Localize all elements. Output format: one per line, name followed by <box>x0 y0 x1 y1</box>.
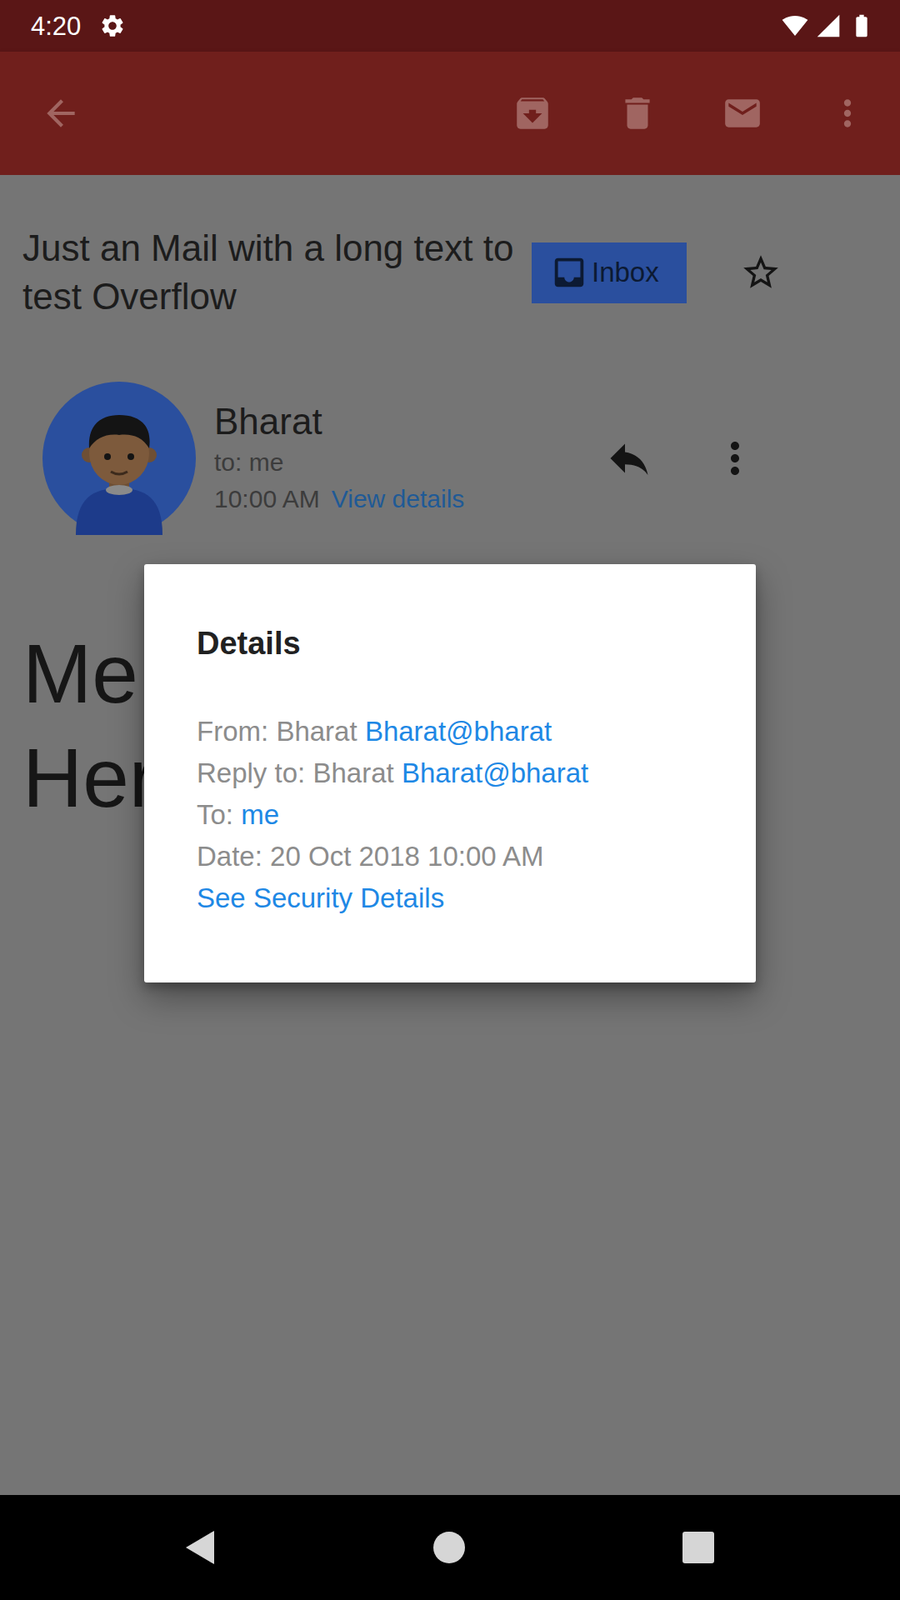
trash-icon <box>616 92 659 135</box>
label-text: Inbox <box>591 251 660 294</box>
mail-subject: Just an Mail with a long text to test Ov… <box>22 224 520 321</box>
detail-row: Date:20 Oct 2018 10:00 AM <box>196 835 726 878</box>
sender-name: Bharat <box>214 400 465 444</box>
circle-home-icon <box>432 1530 466 1565</box>
gear-icon <box>99 12 126 40</box>
star-icon[interactable] <box>740 251 782 294</box>
security-details-link[interactable]: See Security Details <box>196 877 726 920</box>
mail-screen: 4:20 Just an Mail wi <box>0 0 900 1600</box>
app-bar <box>0 51 900 175</box>
more-vert-icon <box>826 92 869 135</box>
archive-icon <box>511 92 554 135</box>
avatar-icon <box>42 381 196 535</box>
sender-info: Bharat to: me 10:00 AM View details <box>214 400 465 517</box>
view-details-link[interactable]: View details <box>331 485 465 513</box>
mail-icon <box>721 92 764 135</box>
detail-label: From: <box>196 715 269 747</box>
wifi-icon <box>781 12 809 40</box>
nav-home-button[interactable] <box>432 1530 466 1565</box>
signal-icon <box>815 12 842 40</box>
triangle-back-icon <box>182 1529 216 1566</box>
inbox-label: Inbox <box>531 242 687 304</box>
detail-row: To:me <box>196 794 726 836</box>
dialog-title: Details <box>196 624 726 663</box>
more-vert-icon[interactable] <box>710 433 760 484</box>
navigation-bar <box>0 1495 900 1600</box>
detail-label: Date: <box>196 840 263 872</box>
detail-link[interactable]: Bharat@bharat <box>401 757 589 789</box>
detail-row: From:BharatBharat@bharat <box>196 710 726 753</box>
detail-name: Bharat <box>312 757 394 789</box>
subject-row: Just an Mail with a long text to test Ov… <box>0 175 900 321</box>
inbox-icon <box>550 253 589 292</box>
detail-row: Reply to:BharatBharat@bharat <box>196 752 726 795</box>
battery-icon <box>848 12 875 40</box>
nav-recents-button[interactable] <box>681 1530 715 1565</box>
mark-unread-button[interactable] <box>690 51 795 175</box>
recipient-line: to: me <box>214 443 465 482</box>
detail-value: 20 Oct 2018 10:00 AM <box>270 840 544 872</box>
arrow-back-icon <box>40 92 82 135</box>
square-recents-icon <box>681 1530 715 1565</box>
clock: 4:20 <box>30 13 81 40</box>
detail-link[interactable]: me <box>240 799 280 830</box>
delete-button[interactable] <box>585 51 690 175</box>
detail-link[interactable]: Bharat@bharat <box>365 715 552 747</box>
archive-button[interactable] <box>480 51 585 175</box>
detail-label: Reply to: <box>196 757 305 789</box>
back-button[interactable] <box>0 92 82 135</box>
details-dialog: Details From:BharatBharat@bharatReply to… <box>144 564 756 983</box>
overflow-menu-button[interactable] <box>795 51 900 175</box>
reply-icon[interactable] <box>604 433 655 484</box>
mail-time: 10:00 AM <box>214 485 320 513</box>
detail-label: To: <box>196 799 234 830</box>
detail-name: Bharat <box>275 715 357 747</box>
nav-back-button[interactable] <box>182 1529 216 1566</box>
status-bar: 4:20 <box>0 0 900 52</box>
sender-row: Bharat to: me 10:00 AM View details <box>0 381 900 535</box>
